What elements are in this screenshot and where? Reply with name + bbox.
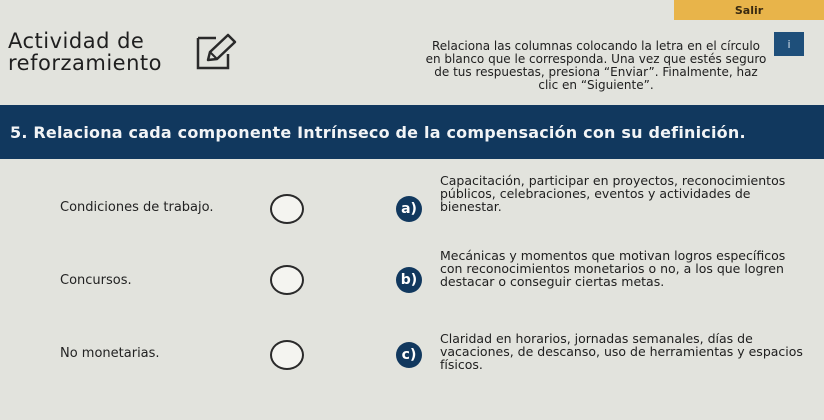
question-text: 5. Relaciona cada componente Intrínseco … xyxy=(10,122,746,142)
instructions-text: Relaciona las columnas colocando la letr… xyxy=(425,39,767,92)
definition-b: Mecánicas y momentos que motivan logros … xyxy=(440,248,786,289)
letter-badge-b: b) xyxy=(396,267,422,293)
definition-c: Claridad en horarios, jornadas semanales… xyxy=(440,331,803,372)
letter-badge-c: c) xyxy=(396,342,422,368)
page-title: Actividad de reforzamiento xyxy=(8,29,162,75)
term-label: No monetarias. xyxy=(60,346,160,361)
match-row: No monetarias. c) Claridad en horarios, … xyxy=(0,330,824,420)
exit-button[interactable]: Salir xyxy=(674,0,824,20)
match-row: Concursos. b) Mecánicas y momentos que m… xyxy=(0,245,824,335)
answer-circle-2[interactable] xyxy=(270,265,304,295)
answer-circle-1[interactable] xyxy=(270,194,304,224)
info-icon: i xyxy=(787,37,791,51)
pencil-edit-icon xyxy=(196,33,237,70)
definition-a: Capacitación, participar en proyectos, r… xyxy=(440,173,786,214)
letter-badge-a: a) xyxy=(396,196,422,222)
term-label: Condiciones de trabajo. xyxy=(60,200,214,215)
info-button[interactable]: i xyxy=(774,32,804,56)
term-label: Concursos. xyxy=(60,273,132,288)
answer-circle-3[interactable] xyxy=(270,340,304,370)
question-banner: 5. Relaciona cada componente Intrínseco … xyxy=(0,105,824,159)
